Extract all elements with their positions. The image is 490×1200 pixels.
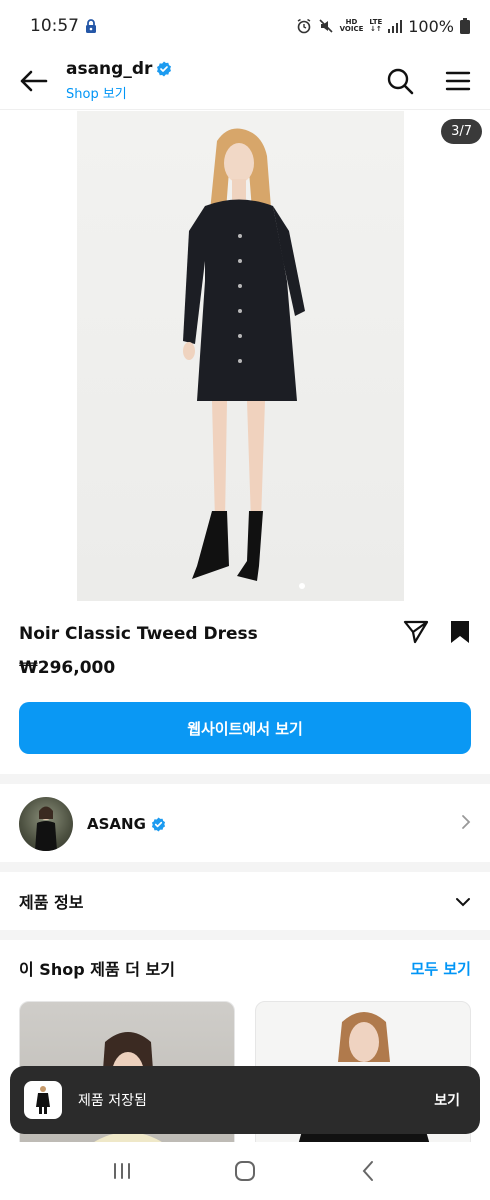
account-row[interactable]: asang_dr (66, 59, 172, 79)
seller-name-row[interactable]: ASANG (87, 815, 166, 833)
product-actions (403, 619, 471, 649)
menu-icon (445, 71, 471, 90)
lte-arrows: ↓↑ (369, 25, 382, 33)
hd-voice-indicator: HD VOICE (340, 19, 364, 33)
system-nav-bar (0, 1142, 490, 1200)
alarm-icon (296, 18, 312, 34)
status-time: 10:57 (30, 16, 79, 36)
status-right: HD VOICE LTE ↓↑ 100% (296, 17, 470, 36)
verified-icon (157, 61, 172, 77)
product-title-row: Noir Classic Tweed Dress (19, 612, 471, 656)
snackbar-message: 제품 저장됨 (78, 1093, 147, 1109)
avatar[interactable] (19, 797, 73, 851)
mute-icon (318, 18, 334, 34)
chevron-right-icon[interactable] (461, 814, 471, 834)
view-website-button[interactable]: 웹사이트에서 보기 (19, 702, 471, 754)
bookmark-icon (451, 621, 469, 643)
status-bar: 10:57 HD VOICE LTE ↓↑ 100% (0, 0, 490, 52)
menu-button[interactable] (436, 59, 480, 103)
section-divider (0, 862, 490, 872)
product-photo[interactable] (77, 111, 404, 601)
image-counter: 3/7 (441, 119, 482, 144)
avatar-illustration (35, 806, 57, 851)
back-nav-button[interactable] (338, 1149, 398, 1193)
search-button[interactable] (378, 59, 422, 103)
voice-label: VOICE (339, 25, 364, 33)
product-details-label[interactable]: 제품 정보 (19, 889, 83, 913)
battery-percent: 100% (408, 16, 454, 36)
saved-product-thumbnail (24, 1081, 62, 1119)
signal-icon (388, 19, 403, 33)
home-button[interactable] (215, 1149, 275, 1193)
battery-icon (460, 18, 470, 34)
see-all-link[interactable]: 모두 보기 (411, 958, 471, 979)
snackbar-view-button[interactable]: 보기 (434, 1090, 460, 1110)
chevron-down-icon[interactable] (455, 892, 471, 911)
lock-icon (85, 18, 97, 34)
shop-link[interactable]: Shop 보기 (66, 83, 172, 102)
status-left: 10:57 (30, 16, 97, 36)
section-divider (0, 774, 490, 784)
product-price: ₩296,000 (19, 658, 116, 678)
save-button[interactable] (449, 619, 471, 649)
product-info: Noir Classic Tweed Dress ₩296,000 (19, 612, 471, 678)
more-from-shop-title: 이 Shop 제품 더 보기 (19, 960, 175, 979)
carousel-dot (299, 583, 305, 589)
home-icon (234, 1161, 255, 1181)
verified-icon (151, 816, 165, 832)
product-title: Noir Classic Tweed Dress (19, 624, 258, 644)
account-name[interactable]: asang_dr (66, 59, 152, 79)
search-icon (387, 68, 414, 94)
product-image-carousel[interactable]: 3/7 (0, 111, 490, 601)
lte-indicator: LTE ↓↑ (369, 19, 382, 33)
snackbar: 제품 저장됨 보기 (10, 1066, 480, 1134)
section-divider (0, 930, 490, 940)
recent-apps-button[interactable] (92, 1149, 152, 1193)
header-actions (378, 59, 490, 103)
recent-apps-icon (113, 1163, 130, 1179)
back-button[interactable] (0, 52, 66, 110)
seller-name[interactable]: ASANG (87, 815, 146, 833)
share-button[interactable] (403, 620, 429, 648)
back-nav-icon (362, 1161, 374, 1181)
header-titles: asang_dr Shop 보기 (66, 59, 172, 102)
product-details-row[interactable]: 제품 정보 (0, 873, 490, 929)
send-icon (403, 620, 429, 644)
header: asang_dr Shop 보기 (0, 52, 490, 110)
back-arrow-icon (20, 70, 48, 91)
more-from-shop-header: 이 Shop 제품 더 보기 모두 보기 (19, 944, 471, 992)
model-illustration (183, 128, 305, 581)
seller-row[interactable]: ASANG (0, 786, 490, 862)
